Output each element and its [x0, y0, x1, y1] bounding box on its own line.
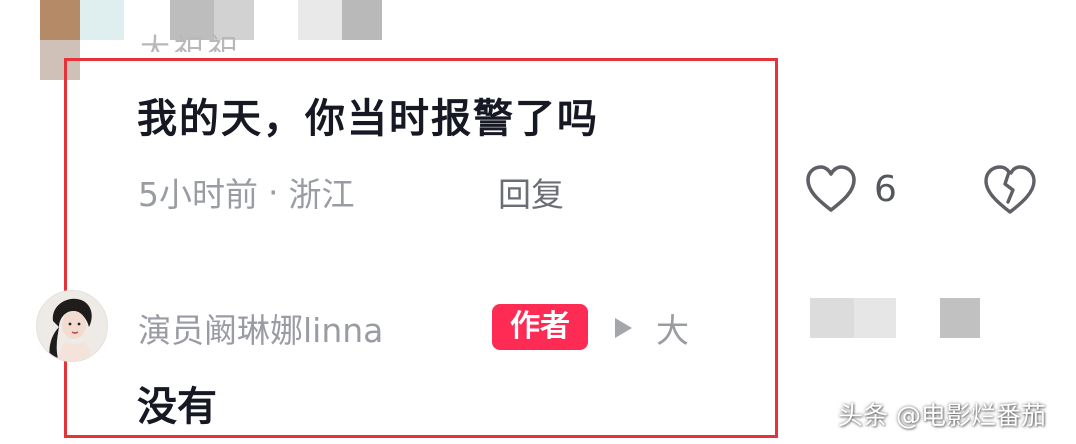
reply-button[interactable]: 回复 — [498, 168, 564, 216]
meta-separator: · — [268, 172, 279, 212]
blurred-block — [940, 298, 980, 338]
play-triangle-icon — [615, 318, 632, 338]
reply-to-username[interactable]: 大 — [656, 304, 689, 352]
author-username[interactable]: 演员阚琳娜linna — [138, 304, 383, 352]
blurred-block — [810, 298, 854, 338]
heart-outline-icon — [806, 165, 856, 212]
avatar-portrait-icon — [37, 291, 107, 361]
blurred-avatar-block — [40, 0, 80, 40]
watermark: 头条 @电影烂番茄 — [838, 401, 1046, 430]
comment-meta: 5小时前 · 浙江 — [138, 168, 355, 216]
author-badge: 作者 — [492, 304, 588, 350]
like-count: 6 — [874, 168, 897, 210]
blurred-block — [80, 0, 124, 40]
reply-text: 没有 — [137, 384, 217, 430]
comment-text: 我的天，你当时报警了吗 — [137, 96, 599, 142]
comment-thread: 大祀祀 我的天，你当时报警了吗 5小时前 · 浙江 回复 6 演员阚琳娜linn… — [0, 0, 1076, 444]
like-button[interactable]: 6 — [804, 164, 897, 214]
avatar[interactable] — [36, 290, 108, 362]
comment-location: 浙江 — [288, 175, 355, 214]
previous-comment-partial-text: 大祀祀 — [140, 33, 242, 53]
comment-time: 5小时前 — [138, 175, 258, 214]
blurred-block — [854, 298, 896, 338]
broken-heart-icon[interactable] — [982, 164, 1038, 216]
